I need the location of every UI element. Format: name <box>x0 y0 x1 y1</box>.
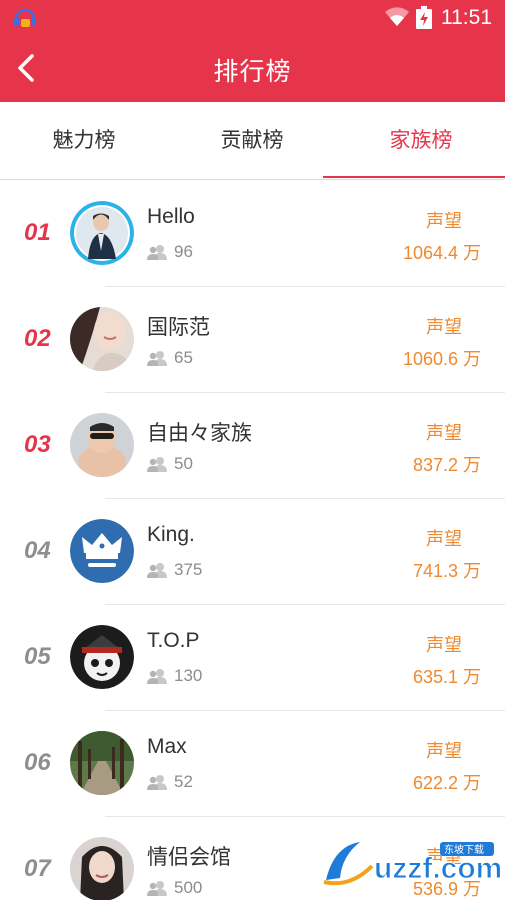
svg-text:uzzf.com: uzzf.com <box>374 852 500 885</box>
rank-number: 07 <box>24 855 51 882</box>
avatar[interactable] <box>70 837 134 900</box>
members-icon <box>147 775 167 790</box>
list-item[interactable]: 02 国际范 65 声望 1060.6 万 <box>0 287 505 393</box>
fame-label: 声望 <box>426 741 462 761</box>
list-item[interactable]: 06 Max 52 声望 622.2 万 <box>0 711 505 817</box>
tab-charm[interactable]: 魅力榜 <box>0 102 168 180</box>
fame-value: 1060.6 万 <box>402 349 481 369</box>
fame-label: 声望 <box>426 635 462 655</box>
rank-number: 03 <box>24 431 51 458</box>
fame-label: 声望 <box>426 423 462 443</box>
avatar[interactable] <box>70 731 134 795</box>
wifi-icon <box>385 7 409 27</box>
fame-value: 741.3 万 <box>412 561 481 581</box>
list-item[interactable]: 04 King. 375 声望 741.3 万 <box>0 499 505 605</box>
tab-bar: 魅力榜 贡献榜 家族榜 <box>0 102 505 180</box>
rank-number: 04 <box>24 537 51 564</box>
family-name: Hello <box>147 205 195 228</box>
active-tab-indicator <box>323 176 505 178</box>
battery-charging-icon <box>416 6 432 29</box>
family-name: T.O.P <box>147 629 200 652</box>
family-name: 情侣会馆 <box>147 846 231 869</box>
fame-value: 635.1 万 <box>412 667 481 687</box>
list-item[interactable]: 01 Hello 96 声望 1064.4 万 <box>0 181 505 287</box>
family-name: King. <box>147 523 195 546</box>
list-item[interactable]: 05 T.O.P 130 声望 635.1 万 <box>0 605 505 711</box>
fame-value: 1064.4 万 <box>402 243 481 263</box>
rank-number: 02 <box>24 325 51 352</box>
list-item[interactable]: 03 自由々家族 50 声望 837.2 万 <box>0 393 505 499</box>
rank-number: 06 <box>24 749 51 776</box>
avatar[interactable] <box>70 519 134 583</box>
status-bar: 11:51 <box>0 0 505 34</box>
family-ranking-list: 01 Hello 96 声望 1064.4 万 02 国际范 65 声望 106… <box>0 181 505 900</box>
uzzf-watermark-logo: uzzf.com 东坡下载 <box>323 842 500 886</box>
app-notification-icon <box>14 8 36 27</box>
clock: 11:51 <box>441 6 492 29</box>
avatar[interactable] <box>70 307 134 371</box>
fame-label: 声望 <box>426 211 462 231</box>
tab-family[interactable]: 家族榜 <box>337 102 505 180</box>
members-icon <box>147 563 167 578</box>
family-name: 国际范 <box>147 316 210 339</box>
avatar[interactable] <box>70 625 134 689</box>
app-header: 排行榜 <box>0 34 505 102</box>
members-icon <box>147 881 167 896</box>
fame-value: 622.2 万 <box>412 773 481 793</box>
members-icon <box>147 245 167 260</box>
family-name: 自由々家族 <box>147 422 252 445</box>
svg-text:东坡下载: 东坡下载 <box>444 843 484 856</box>
avatar[interactable] <box>70 201 134 265</box>
rank-number: 01 <box>24 219 51 246</box>
members-icon <box>147 457 167 472</box>
family-name: Max <box>147 735 187 758</box>
members-icon <box>147 351 167 366</box>
page-title: 排行榜 <box>213 58 292 86</box>
fame-label: 声望 <box>426 529 462 549</box>
rank-number: 05 <box>24 643 51 670</box>
fame-value: 837.2 万 <box>412 455 481 475</box>
members-icon <box>147 669 167 684</box>
avatar[interactable] <box>70 413 134 477</box>
fame-label: 声望 <box>426 317 462 337</box>
tab-contribution[interactable]: 贡献榜 <box>168 102 336 180</box>
